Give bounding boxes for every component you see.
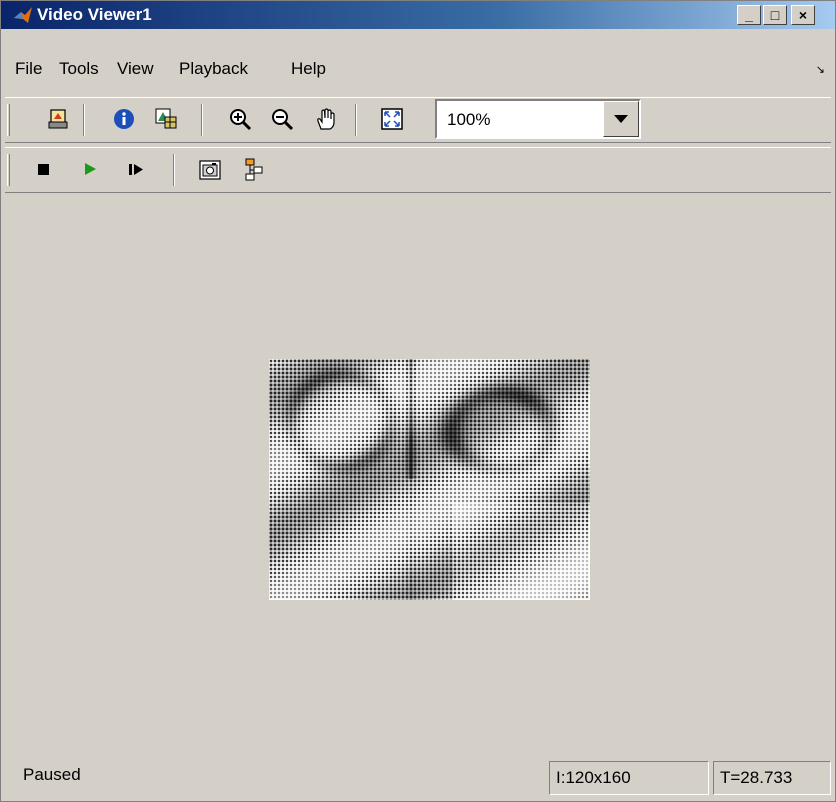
step-forward-button[interactable] <box>121 154 151 184</box>
colormap-button[interactable] <box>151 104 181 134</box>
title-bar[interactable]: Video Viewer1 _ □ × <box>1 1 835 29</box>
time-field: T=28.733 <box>713 761 831 795</box>
highlight-simulink-button[interactable] <box>239 154 269 184</box>
zoom-in-button[interactable] <box>225 104 255 134</box>
menu-view[interactable]: View <box>117 59 154 79</box>
menu-file[interactable]: File <box>15 59 42 79</box>
fit-to-view-button[interactable] <box>377 104 407 134</box>
window-title: Video Viewer1 <box>37 5 152 24</box>
menu-bar: File Tools View Playback Help <box>1 55 835 87</box>
print-icon <box>48 109 68 129</box>
toolbar-separator <box>201 104 203 136</box>
maximize-button[interactable]: □ <box>763 5 787 25</box>
image-size-field: I:120x160 <box>549 761 709 795</box>
zoom-out-icon <box>272 109 294 131</box>
highlight-simulink-icon <box>245 158 263 181</box>
status-state: Paused <box>23 765 81 784</box>
menu-tools[interactable]: Tools <box>59 59 99 79</box>
zoom-select[interactable]: 100% <box>435 99 641 139</box>
video-frame[interactable] <box>269 359 590 600</box>
colormap-icon <box>155 108 177 129</box>
stop-button[interactable] <box>29 154 59 184</box>
zoom-in-icon <box>230 109 252 131</box>
fit-to-view-icon <box>381 108 403 130</box>
zoom-out-button[interactable] <box>267 104 297 134</box>
main-toolbar <box>5 97 831 143</box>
snapshot-icon <box>199 160 221 180</box>
chevron-down-icon <box>614 115 628 123</box>
video-viewer-window: Video Viewer1 _ □ × File Tools View Play… <box>0 0 836 802</box>
print-button[interactable] <box>43 104 73 134</box>
menu-playback[interactable]: Playback <box>179 59 248 79</box>
zoom-dropdown-button[interactable] <box>603 101 639 137</box>
info-icon <box>114 109 134 129</box>
menu-help[interactable]: Help <box>291 59 326 79</box>
toolbar-separator <box>173 154 175 186</box>
toolbar-separator <box>83 104 85 136</box>
pan-hand-icon <box>317 108 335 130</box>
pan-button[interactable] <box>311 104 341 134</box>
toolbar-grip <box>7 154 10 186</box>
zoom-value: 100% <box>447 110 491 129</box>
step-forward-icon <box>129 164 143 175</box>
play-button[interactable] <box>75 154 105 184</box>
dock-arrow-icon[interactable]: ↘ <box>816 63 825 76</box>
info-button[interactable] <box>109 104 139 134</box>
toolbar-grip <box>7 104 10 136</box>
close-button[interactable]: × <box>791 5 815 25</box>
snapshot-button[interactable] <box>195 154 225 184</box>
play-icon <box>85 163 96 175</box>
toolbar-separator <box>355 104 357 136</box>
matlab-logo-icon <box>14 7 32 23</box>
playback-toolbar <box>5 147 831 193</box>
minimize-button[interactable]: _ <box>737 5 761 25</box>
stop-icon <box>38 164 49 175</box>
status-bar <box>1 759 835 801</box>
